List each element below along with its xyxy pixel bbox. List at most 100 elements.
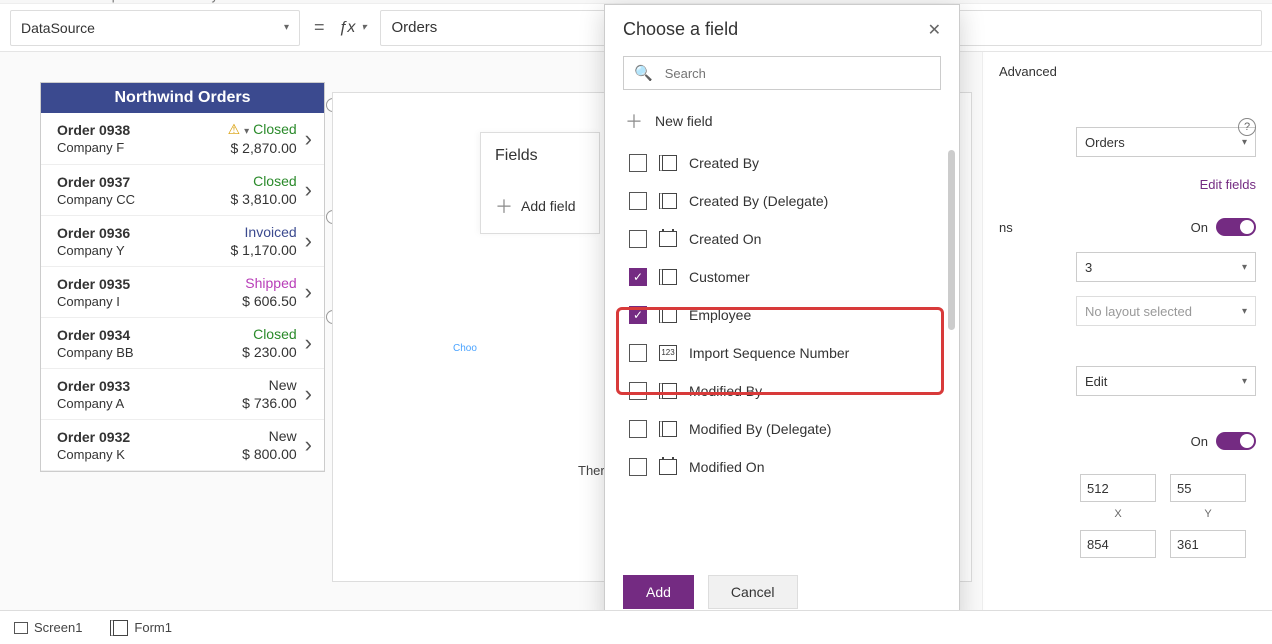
property-selector-value: DataSource [21,20,95,36]
pos-y-input[interactable]: 55 [1170,474,1246,502]
order-number: Order 0937 [57,174,217,190]
field-option-import-sequence-number[interactable]: 123Import Sequence Number [625,334,947,372]
field-option-modified-by[interactable]: Modified By [625,372,947,410]
equals-sign: = [314,17,325,38]
order-row[interactable]: Order 0932Company KNew$ 800.00› [41,420,324,471]
order-row[interactable]: Order 0938Company F⚠▾ Closed$ 2,870.00› [41,113,324,165]
chevron-down-icon: ▾ [1242,137,1247,148]
help-icon[interactable]: ? [1238,118,1256,136]
field-list[interactable]: Created ByCreated By (Delegate)Created O… [605,144,959,561]
chevron-right-icon: › [297,381,312,407]
field-option-modified-by-delegate-[interactable]: Modified By (Delegate) [625,410,947,448]
field-search[interactable]: 🔍 [623,56,941,90]
tab-advanced[interactable]: Advanced [999,52,1256,83]
field-label: Import Sequence Number [689,345,849,361]
pos-x-input[interactable]: 512 [1080,474,1156,502]
checkbox[interactable]: ✓ [629,306,647,324]
order-number: Order 0934 [57,327,217,343]
close-icon[interactable]: ✕ [928,20,941,40]
columns-select[interactable]: 3 ▾ [1076,252,1256,282]
field-option-employee[interactable]: ✓Employee [625,296,947,334]
breadcrumb-form[interactable]: Form1 [110,620,172,636]
order-company: Company K [57,447,217,462]
new-field-button[interactable]: ＋ New field [605,98,959,144]
checkbox[interactable]: ✓ [629,268,647,286]
order-row[interactable]: Order 0934Company BBClosed$ 230.00› [41,318,324,369]
order-number: Order 0932 [57,429,217,445]
snap-toggle[interactable] [1216,218,1256,236]
placeholder-hint: Choo [453,343,477,354]
field-option-created-by[interactable]: Created By [625,144,947,182]
add-field-button[interactable]: ＋ Add field [495,193,585,219]
checkbox[interactable] [629,420,647,438]
order-row[interactable]: Order 0933Company ANew$ 736.00› [41,369,324,420]
scrollbar[interactable] [948,150,955,330]
order-number: Order 0935 [57,276,217,292]
choose-field-popup: Choose a field ✕ 🔍 ＋ New field Created B… [604,4,960,624]
checkbox[interactable] [629,458,647,476]
warning-icon: ⚠ [228,121,241,137]
order-number: Order 0936 [57,225,217,241]
field-option-customer[interactable]: ✓ Customer [625,258,947,296]
ribbon-input[interactable]: Input▾ [101,0,141,3]
order-row[interactable]: Order 0937Company CCClosed$ 3,810.00› [41,165,324,216]
chevron-down-icon: ▾ [497,0,502,1]
field-type-icon [659,307,677,323]
checkbox[interactable] [629,344,647,362]
ribbon-text[interactable]: Text▾ [30,0,65,3]
add-button[interactable]: Add [623,575,694,609]
ribbon-ai-builder[interactable]: AI Builder▾ [701,0,768,3]
cancel-button[interactable]: Cancel [708,575,798,609]
ribbon-forms[interactable]: Forms▾ [371,0,419,3]
checkbox[interactable] [629,192,647,210]
size-w-input[interactable]: 854 [1080,530,1156,558]
order-company: Company F [57,140,217,155]
snap-state: On [1191,220,1208,235]
checkbox[interactable] [629,230,647,248]
ribbon-data-table[interactable]: Data table▾ [265,0,335,3]
formula-text: Orders [391,19,437,36]
order-row[interactable]: Order 0936Company YInvoiced$ 1,170.00› [41,216,324,267]
edit-fields-link[interactable]: Edit fields [999,177,1256,192]
order-company: Company I [57,294,217,309]
visible-row: On [999,432,1256,450]
property-selector[interactable]: DataSource ▾ [10,10,300,46]
fields-panel: Fields ＋ Add field [480,132,600,234]
field-option-created-on[interactable]: Created On [625,220,947,258]
chevron-down-icon: ▾ [284,22,289,33]
order-company: Company Y [57,243,217,258]
order-amount: $ 230.00 [217,344,297,360]
field-option-modified-on[interactable]: Modified On [625,448,947,486]
field-type-icon [659,155,677,171]
chevron-right-icon: › [297,228,312,254]
breadcrumb-bar: Screen1 Form1 [0,610,1272,644]
ribbon-icons[interactable]: Icons▾ [623,0,665,3]
mode-select[interactable]: Edit ▾ [1076,366,1256,396]
chevron-down-icon: ▾ [1242,262,1247,273]
chevron-down-icon: ▾ [1242,306,1247,317]
size-h-input[interactable]: 361 [1170,530,1246,558]
field-label: Modified On [689,459,764,475]
order-row[interactable]: Order 0935Company IShipped$ 606.50› [41,267,324,318]
datasource-value: Orders [1085,135,1125,150]
field-option-created-by-delegate-[interactable]: Created By (Delegate) [625,182,947,220]
chevron-right-icon: › [297,177,312,203]
order-number: Order 0938 [57,122,217,138]
breadcrumb-screen[interactable]: Screen1 [14,620,82,635]
ribbon-media[interactable]: Media▾ [455,0,501,3]
ribbon-charts[interactable]: Charts▾ [538,0,587,3]
visible-toggle[interactable] [1216,432,1256,450]
properties-panel: ? Advanced Orders ▾ Edit fields ns On 3 … [982,52,1272,644]
field-search-input[interactable] [663,65,930,82]
datasource-select[interactable]: Orders ▾ [1076,127,1256,157]
layout-select: No layout selected ▾ [1076,296,1256,326]
field-label: Customer [689,269,750,285]
checkbox[interactable] [629,154,647,172]
ribbon-items: Text▾ Input▾ Gallery▾ Data table▾ Forms▾ Medi… [0,0,1272,3]
ribbon-gallery[interactable]: Gallery▾ [177,0,229,3]
chevron-down-icon: ▾ [582,0,587,1]
checkbox[interactable] [629,382,647,400]
columns-value: 3 [1085,260,1092,275]
fx-button[interactable]: ƒx ▾ [339,19,367,37]
field-label: Modified By (Delegate) [689,421,831,437]
